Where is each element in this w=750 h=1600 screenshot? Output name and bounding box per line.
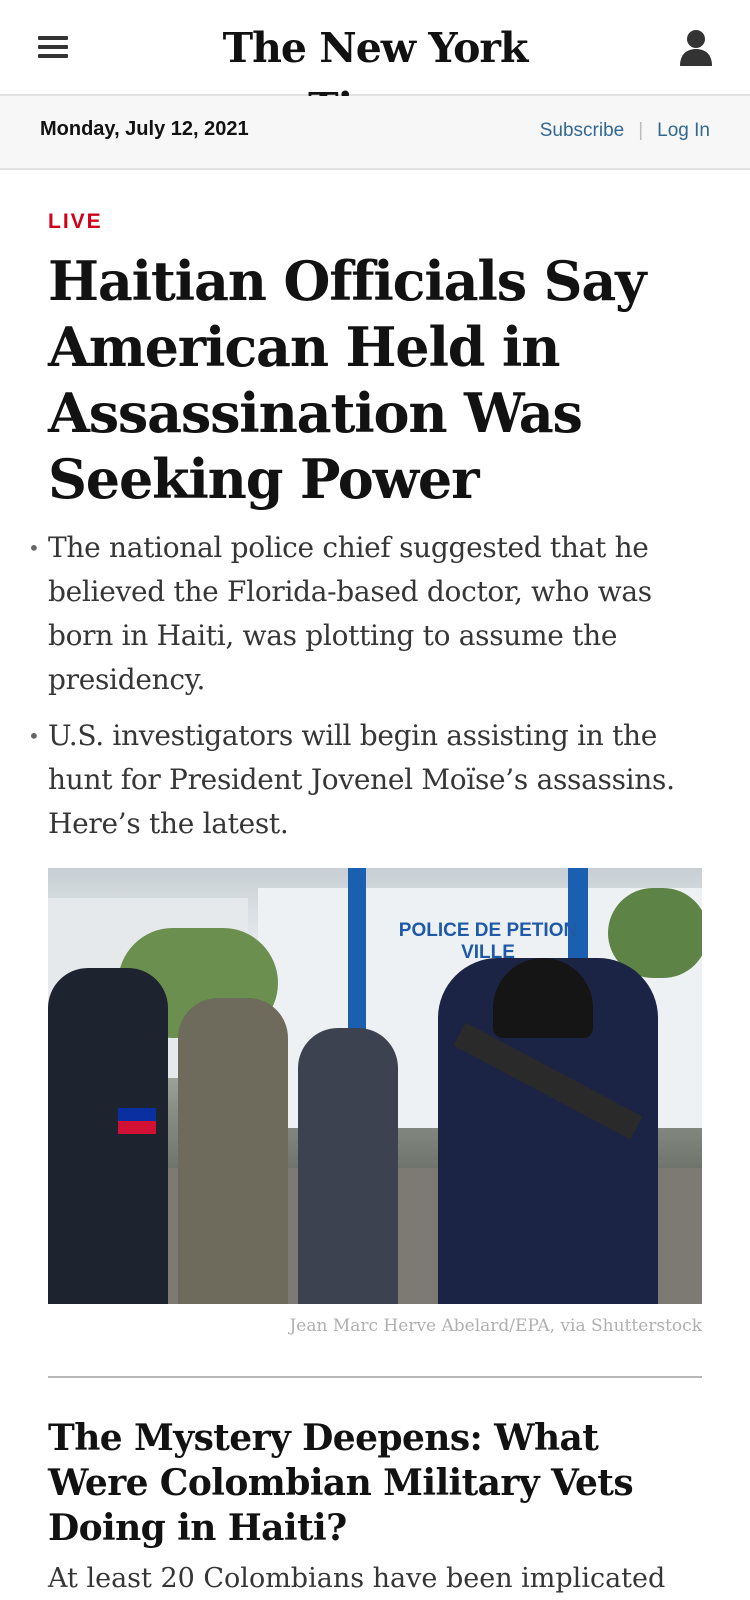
second-story-headline[interactable]: The Mystery Deepens: What Were Colombian… (48, 1416, 702, 1551)
photo-officer (178, 998, 288, 1304)
haiti-flag-patch (118, 1108, 156, 1134)
link-divider: | (638, 120, 644, 141)
hamburger-menu-icon[interactable] (38, 36, 70, 60)
summary-bullet: U.S. investigators will begin assisting … (28, 714, 702, 846)
photo-officer (48, 968, 168, 1304)
summary-bullet: The national police chief suggested that… (28, 526, 702, 702)
photo-officer (298, 1028, 398, 1304)
main-content: LIVE Haitian Officials Say American Held… (28, 210, 702, 1599)
subscribe-link[interactable]: Subscribe (540, 120, 625, 141)
current-date: Monday, July 12, 2021 (40, 118, 249, 140)
section-divider (48, 1376, 702, 1378)
second-story-summary: At least 20 Colombians have been implica… (48, 1563, 666, 1594)
top-navigation-bar: The New York Times (0, 0, 750, 132)
lead-photo[interactable]: POLICE DE PETION VILLE (48, 868, 702, 1304)
photo-credit: Jean Marc Herve Abelard/EPA, via Shutter… (289, 1316, 702, 1336)
user-account-icon[interactable] (678, 28, 714, 68)
login-link[interactable]: Log In (657, 120, 710, 141)
lead-headline[interactable]: Haitian Officials Say American Held in A… (48, 248, 702, 512)
account-links: Subscribe | Log In (540, 120, 710, 142)
live-label: LIVE (48, 210, 103, 233)
date-bar: Monday, July 12, 2021 Subscribe | Log In (0, 96, 750, 170)
lead-summary-bullets: The national police chief suggested that… (28, 526, 702, 846)
